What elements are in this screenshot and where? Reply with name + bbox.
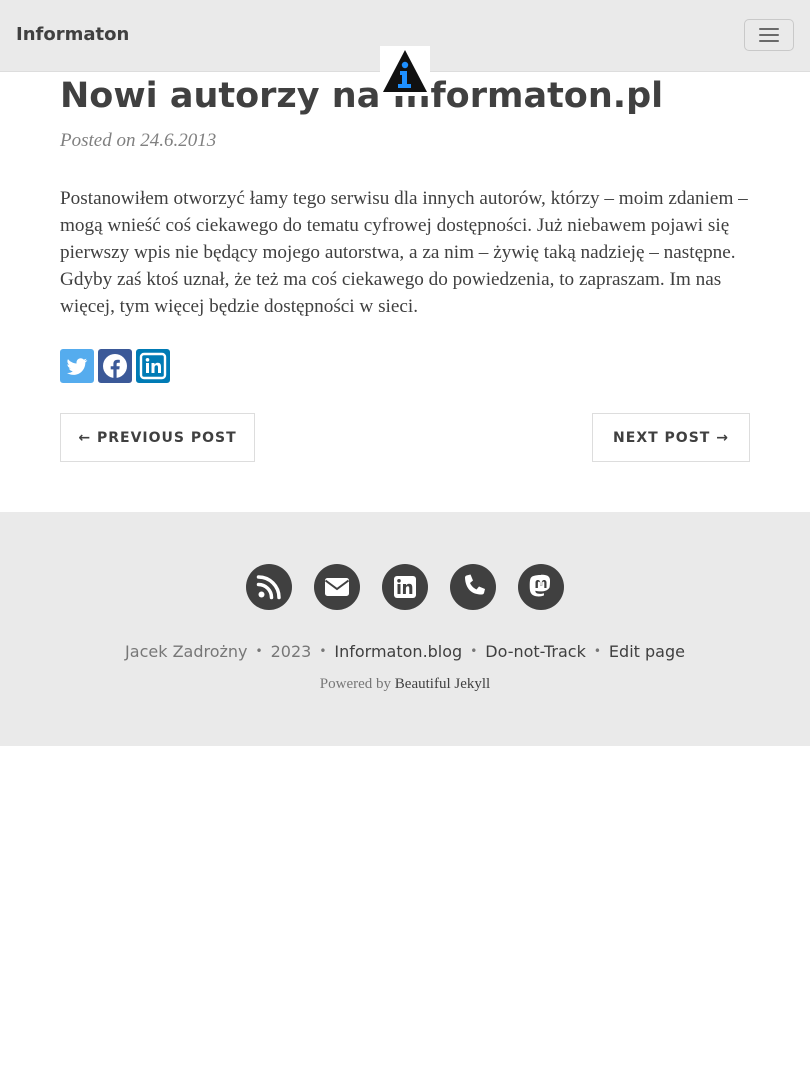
rss-icon xyxy=(256,575,281,600)
post-meta-date: Posted on 24.6.2013 xyxy=(60,130,217,151)
footer-author: Jacek Zadrożny xyxy=(125,642,248,661)
twitter-icon xyxy=(67,358,88,375)
footer-separator: • xyxy=(255,644,263,658)
site-brand-link[interactable]: Informaton xyxy=(16,24,129,45)
footer: Jacek Zadrożny • 2023 • Informaton.blog • Do-n… xyxy=(0,512,810,746)
footer-rss-link[interactable] xyxy=(246,564,292,610)
powered-by: Powered by Beautiful Jekyll xyxy=(0,676,810,693)
share-facebook-button[interactable] xyxy=(98,349,132,383)
beautiful-jekyll-link[interactable]: Beautiful Jekyll xyxy=(395,676,490,692)
post-title: Nowi autorzy na Informaton.pl xyxy=(60,76,664,116)
footer-edit-page-link[interactable]: Edit page xyxy=(609,642,685,661)
footer-linkedin-link[interactable] xyxy=(382,564,428,610)
footer-email-link[interactable] xyxy=(314,564,360,610)
mastodon-icon xyxy=(529,574,551,597)
informaton-logo-icon[interactable] xyxy=(380,46,430,96)
share-twitter-button[interactable] xyxy=(60,349,94,383)
facebook-icon xyxy=(103,354,127,378)
previous-post-button[interactable]: ← PREVIOUS POST xyxy=(60,413,255,462)
footer-dnt-link[interactable]: Do-not-Track xyxy=(485,642,586,661)
post-body-paragraph: Postanowiłem otworzyć łamy tego serwisu … xyxy=(60,188,748,317)
hamburger-menu-icon xyxy=(759,28,779,30)
footer-site-link[interactable]: Informaton.blog xyxy=(334,642,462,661)
footer-links: Jacek Zadrożny • 2023 • Informaton.blog • Do-n… xyxy=(125,642,685,661)
footer-phone-link[interactable] xyxy=(450,564,496,610)
footer-mastodon-link[interactable] xyxy=(518,564,564,610)
next-post-button[interactable]: NEXT POST → xyxy=(592,413,750,462)
share-linkedin-button[interactable] xyxy=(136,349,170,383)
envelope-icon xyxy=(324,578,350,596)
footer-year: 2023 xyxy=(270,642,312,661)
menu-toggle-button[interactable] xyxy=(744,19,794,51)
linkedin-icon xyxy=(139,352,167,380)
powered-by-prefix: Powered by xyxy=(319,676,392,692)
linkedin-icon xyxy=(394,576,416,598)
phone-icon xyxy=(465,574,485,595)
